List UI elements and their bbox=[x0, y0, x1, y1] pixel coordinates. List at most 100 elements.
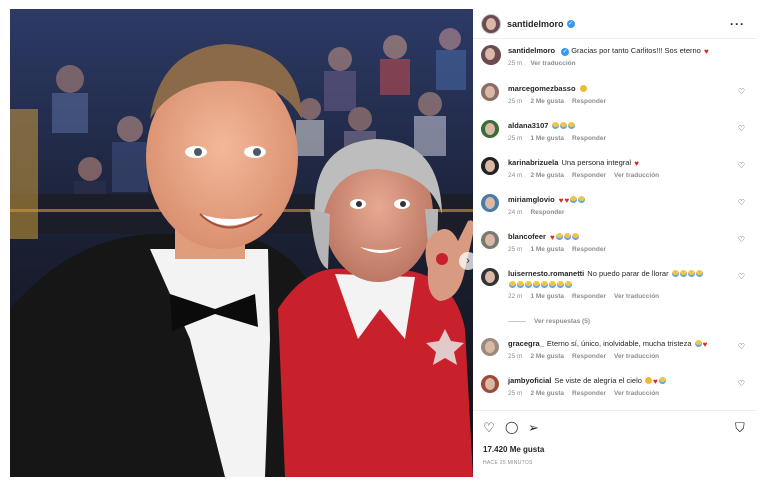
comment-username[interactable]: aldana3107 bbox=[508, 121, 548, 130]
like-comment-heart-icon[interactable]: ♡ bbox=[738, 162, 745, 170]
comment-username[interactable]: gracegra_ bbox=[508, 339, 544, 348]
avatar[interactable] bbox=[481, 120, 499, 138]
translate-link[interactable]: Ver traducción bbox=[614, 172, 659, 179]
comment-likes[interactable]: 2 Me gusta bbox=[530, 390, 564, 397]
comment-likes[interactable]: 2 Me gusta bbox=[530, 172, 564, 179]
crying-emoji-icon bbox=[671, 270, 679, 277]
like-comment-heart-icon[interactable]: ♡ bbox=[738, 199, 745, 207]
crying-emoji-icon bbox=[679, 270, 687, 277]
crying-emoji-icon bbox=[557, 281, 564, 288]
comment-username[interactable]: miriamglovio bbox=[508, 195, 555, 204]
crying-emoji-icon bbox=[571, 233, 579, 240]
crying-emoji-icon bbox=[695, 270, 703, 277]
reply-link[interactable]: Responder bbox=[572, 98, 606, 105]
avatar[interactable] bbox=[481, 268, 499, 286]
comment-text: Se viste de alegría el cielo bbox=[554, 376, 642, 385]
avatar[interactable] bbox=[481, 231, 499, 249]
comment-time: 25 m bbox=[508, 353, 523, 360]
translate-link[interactable]: Ver traducción bbox=[614, 390, 659, 397]
avatar[interactable] bbox=[481, 45, 501, 65]
comment-time: 25 m bbox=[508, 390, 523, 397]
crying-emoji-icon bbox=[525, 281, 532, 288]
avatar[interactable] bbox=[481, 338, 499, 356]
red-heart-emoji-icon: ♥ bbox=[702, 340, 708, 349]
like-comment-heart-icon[interactable]: ♡ bbox=[738, 88, 745, 96]
comment-time: 25 m bbox=[508, 246, 523, 253]
post-actions: ♡ ◯ ➢ ⛉ 17.420 Me gusta HACE 25 MINUTOS bbox=[473, 410, 757, 477]
like-comment-heart-icon[interactable]: ♡ bbox=[738, 273, 745, 281]
comment-icon[interactable]: ◯ bbox=[505, 421, 518, 433]
next-photo-button[interactable]: › bbox=[459, 252, 473, 270]
comment-username[interactable]: karinabrizuela bbox=[508, 158, 558, 167]
view-replies-link[interactable]: Ver respuestas (5) bbox=[508, 318, 590, 325]
share-icon[interactable]: ➢ bbox=[528, 421, 539, 434]
crying-emoji-icon bbox=[568, 122, 576, 129]
red-heart-emoji-icon: ♥ bbox=[634, 159, 639, 168]
comment-text: No puedo parar de llorar bbox=[587, 269, 669, 278]
like-comment-heart-icon[interactable]: ♡ bbox=[738, 125, 745, 133]
avatar[interactable] bbox=[481, 194, 499, 212]
comment-likes[interactable]: 2 Me gusta bbox=[530, 98, 564, 105]
crying-emoji-icon bbox=[563, 233, 571, 240]
like-comment-heart-icon[interactable]: ♡ bbox=[738, 380, 745, 388]
caption-time: 25 m bbox=[508, 60, 523, 67]
more-horizontal-icon[interactable]: ··· bbox=[730, 17, 745, 31]
comment-username[interactable]: jambyoficial bbox=[508, 376, 551, 385]
caption-text: Gracias por tanto Carlitos!!! Sos eterno bbox=[571, 46, 701, 55]
caption-username[interactable]: santidelmoro bbox=[508, 46, 555, 55]
translate-link[interactable]: Ver traducción bbox=[614, 293, 659, 300]
author-username[interactable]: santidelmoro bbox=[507, 19, 564, 29]
comment-username[interactable]: blancofeer bbox=[508, 232, 546, 241]
translate-link[interactable]: Ver traducción bbox=[530, 60, 575, 67]
reply-link[interactable]: Responder bbox=[572, 246, 606, 253]
reply-link[interactable]: Responder bbox=[530, 209, 564, 216]
crying-emoji-icon bbox=[560, 122, 568, 129]
smile-emoji-icon bbox=[579, 85, 587, 92]
comment-text: Una persona integral bbox=[561, 158, 632, 167]
comment-username[interactable]: luisernesto.romanetti bbox=[508, 269, 584, 278]
comment-time: 25 m bbox=[508, 98, 523, 105]
reply-link[interactable]: Responder bbox=[572, 293, 606, 300]
comment-time: 24 m bbox=[508, 209, 523, 216]
crying-emoji-icon bbox=[549, 281, 556, 288]
reply-link[interactable]: Responder bbox=[572, 172, 606, 179]
like-comment-heart-icon[interactable]: ♡ bbox=[738, 343, 745, 351]
post-sidebar: santidelmoro ✓ ··· santidelmoro ✓ Gracias… bbox=[473, 9, 757, 477]
post-photo[interactable]: › bbox=[10, 9, 473, 477]
verified-badge-icon: ✓ bbox=[566, 19, 575, 28]
red-heart-emoji-icon: ♥ bbox=[558, 196, 564, 205]
crying-emoji-icon bbox=[658, 377, 666, 384]
post-header: santidelmoro ✓ ··· bbox=[473, 9, 757, 39]
comment-username[interactable]: marcegomezbasso bbox=[508, 84, 576, 93]
avatar[interactable] bbox=[481, 375, 499, 393]
verified-badge-icon: ✓ bbox=[561, 48, 570, 56]
heart-icon[interactable]: ♡ bbox=[483, 421, 495, 434]
comments-list: santidelmoro ✓ Gracias por tanto Carlitos… bbox=[473, 41, 757, 409]
red-heart-emoji-icon: ♥ bbox=[564, 196, 570, 205]
comment-time: 22 m bbox=[508, 293, 523, 300]
comment-likes[interactable]: 1 Me gusta bbox=[530, 293, 564, 300]
bookmark-icon[interactable]: ⛉ bbox=[735, 421, 745, 434]
translate-link[interactable]: Ver traducción bbox=[614, 353, 659, 360]
crying-emoji-icon bbox=[541, 281, 548, 288]
comment-likes[interactable]: 1 Me gusta bbox=[530, 135, 564, 142]
reply-link[interactable]: Responder bbox=[572, 135, 606, 142]
comment-time: 24 m bbox=[508, 172, 523, 179]
likes-count[interactable]: 17.420 Me gusta bbox=[483, 445, 544, 454]
comment-likes[interactable]: 1 Me gusta bbox=[530, 246, 564, 253]
like-comment-heart-icon[interactable]: ♡ bbox=[738, 236, 745, 244]
red-heart-emoji-icon: ♥ bbox=[703, 47, 709, 56]
chevron-right-icon: › bbox=[466, 254, 470, 267]
comment-time: 25 m bbox=[508, 135, 523, 142]
reply-link[interactable]: Responder bbox=[572, 390, 606, 397]
praying-emoji-icon bbox=[645, 377, 653, 384]
crying-emoji-icon bbox=[694, 340, 702, 347]
reply-link[interactable]: Responder bbox=[572, 353, 606, 360]
avatar[interactable] bbox=[481, 83, 499, 101]
avatar[interactable] bbox=[481, 13, 501, 34]
crying-emoji-icon bbox=[533, 281, 540, 288]
comment-likes[interactable]: 2 Me gusta bbox=[530, 353, 564, 360]
crying-emoji-icon bbox=[517, 281, 524, 288]
avatar[interactable] bbox=[481, 157, 499, 175]
crying-emoji-icon bbox=[509, 281, 516, 288]
